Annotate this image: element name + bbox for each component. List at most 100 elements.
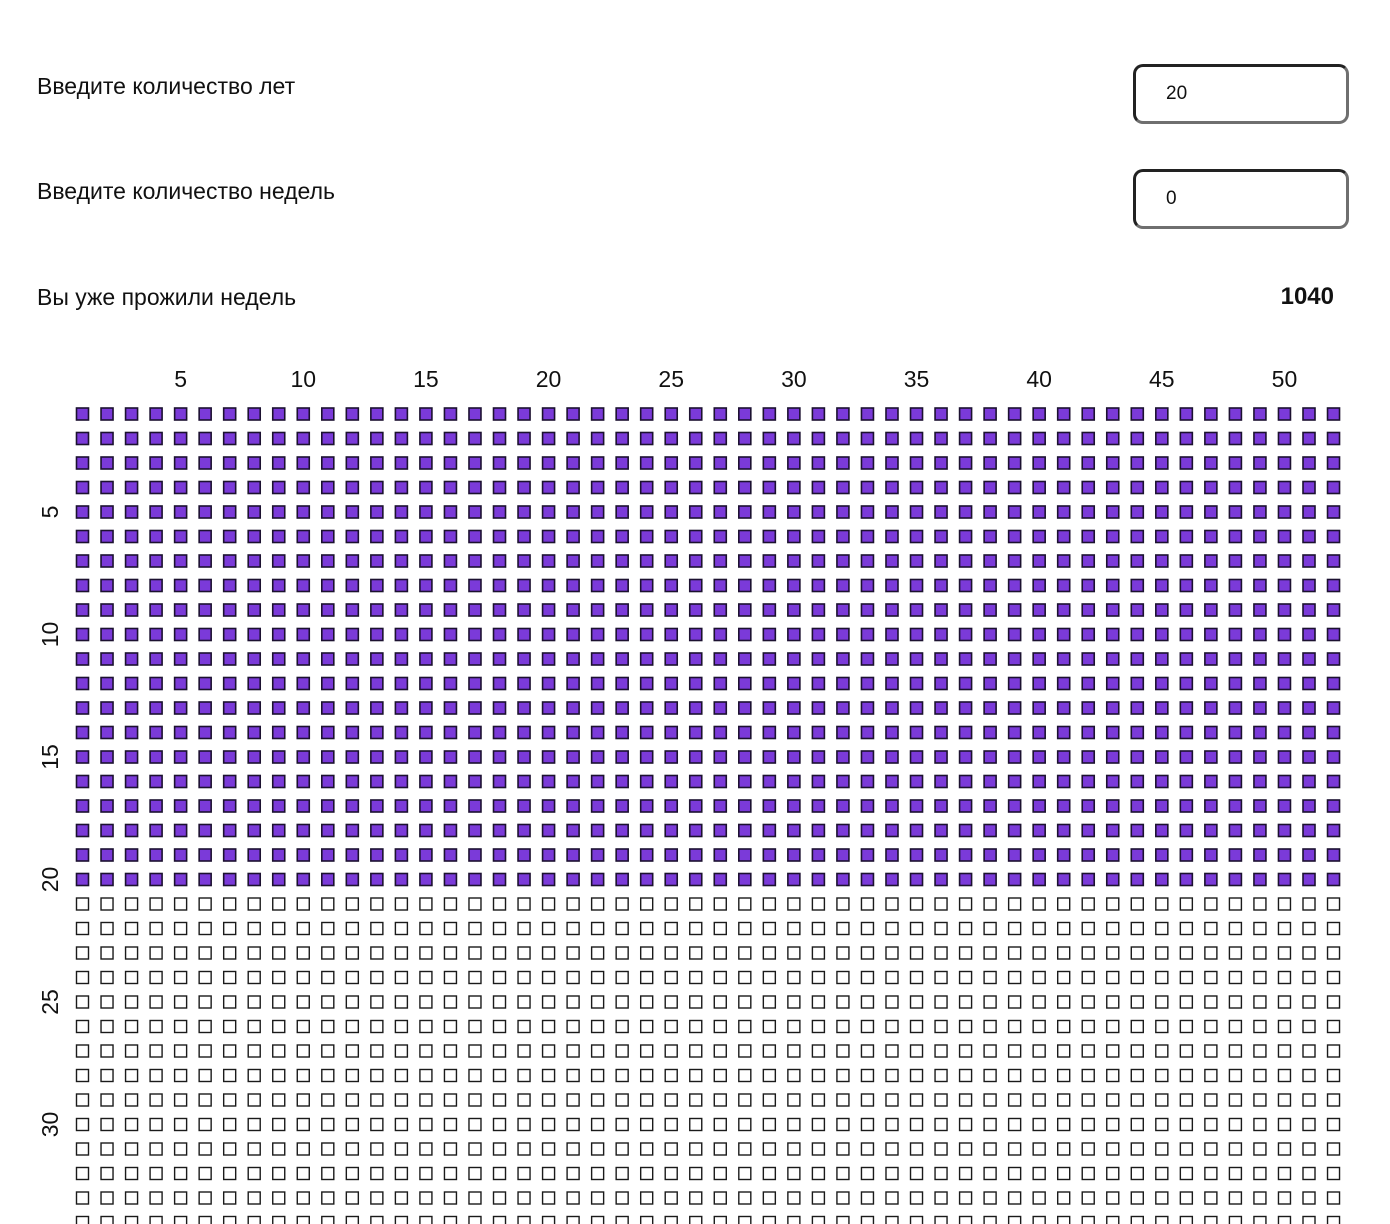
week-cell-lived: [100, 407, 114, 421]
week-cell-lived: [124, 750, 139, 764]
week-cell-lived: [1228, 505, 1243, 519]
week-cell-lived: [517, 480, 531, 495]
week-cell-lived: [1326, 603, 1341, 617]
week-cell-lived: [688, 823, 703, 838]
week-cell-future: [983, 970, 997, 985]
week-cell-future: [1130, 921, 1144, 936]
week-cell-lived: [1130, 799, 1145, 813]
row-label: 10: [37, 622, 63, 648]
week-cell-future: [909, 1166, 924, 1181]
week-cell-lived: [1179, 774, 1194, 789]
week-cell-lived: [124, 431, 139, 446]
week-cell-lived: [198, 848, 212, 862]
week-cell-lived: [345, 554, 360, 568]
week-cell-lived: [1105, 627, 1120, 642]
column-label: 50: [1272, 366, 1298, 392]
week-cell-future: [689, 1044, 703, 1058]
week-cell-future: [272, 1166, 286, 1181]
week-cell-future: [1155, 970, 1169, 985]
week-cell-future: [787, 970, 801, 985]
week-cell-future: [1081, 1142, 1095, 1156]
week-cell-future: [124, 946, 139, 960]
week-cell-future: [370, 1068, 384, 1083]
week-cell-lived: [1326, 554, 1341, 568]
week-cell-future: [639, 1166, 654, 1181]
week-cell-lived: [836, 456, 850, 470]
week-cell-lived: [345, 848, 360, 862]
week-cell-lived: [541, 774, 556, 789]
week-cell-future: [1130, 1068, 1144, 1083]
week-cell-lived: [1081, 456, 1096, 470]
week-cell-lived: [320, 725, 335, 740]
week-cell-lived: [320, 872, 335, 887]
week-cell-lived: [983, 676, 997, 691]
week-cell-lived: [149, 578, 163, 593]
week-cell-lived: [345, 652, 360, 666]
week-cell-future: [934, 1215, 948, 1224]
week-cell-lived: [198, 627, 212, 642]
week-cell-lived: [296, 578, 311, 593]
week-cell-lived: [75, 603, 90, 617]
week-cell-lived: [1277, 431, 1292, 446]
week-cell-lived: [639, 676, 654, 691]
week-cell-lived: [1155, 627, 1169, 642]
column-label: 15: [413, 366, 439, 392]
week-cell-lived: [1032, 701, 1046, 715]
week-cell-future: [713, 970, 727, 985]
week-cell-lived: [1007, 456, 1022, 470]
week-cell-lived: [100, 505, 114, 519]
week-cell-future: [468, 995, 482, 1009]
week-cell-future: [1326, 1215, 1341, 1224]
week-cell-future: [75, 1019, 90, 1034]
week-cell-future: [345, 1142, 360, 1156]
column-label: 45: [1149, 366, 1175, 392]
week-cell-future: [222, 1191, 237, 1205]
week-cell-lived: [1277, 456, 1292, 470]
week-cell-lived: [811, 431, 826, 446]
week-cell-lived: [75, 676, 90, 691]
week-cell-lived: [1056, 505, 1071, 519]
week-cell-lived: [1326, 652, 1341, 666]
week-cell-future: [321, 1142, 335, 1156]
week-cell-lived: [1007, 407, 1022, 421]
week-cell-future: [149, 995, 163, 1009]
week-cell-future: [296, 1117, 310, 1132]
week-cell-future: [1302, 995, 1316, 1009]
week-cell-future: [811, 1068, 826, 1083]
week-cell-lived: [811, 750, 826, 764]
week-cell-lived: [443, 676, 458, 691]
week-cell-lived: [1204, 505, 1218, 519]
week-cell-future: [1204, 897, 1218, 911]
week-cell-future: [1130, 1142, 1144, 1156]
week-cell-lived: [1179, 407, 1194, 421]
week-cell-lived: [271, 676, 286, 691]
week-cell-lived: [271, 774, 286, 789]
week-cell-lived: [370, 456, 384, 470]
week-cell-future: [1326, 1093, 1341, 1107]
week-cell-lived: [1081, 554, 1096, 568]
week-cell-lived: [738, 725, 752, 740]
week-cell-lived: [566, 578, 580, 593]
week-cell-lived: [419, 505, 433, 519]
week-cell-lived: [75, 701, 90, 715]
week-cell-future: [1253, 946, 1267, 960]
week-cell-lived: [909, 554, 924, 568]
week-cell-lived: [1081, 774, 1096, 789]
week-cell-lived: [713, 750, 728, 764]
week-cell-lived: [1253, 407, 1267, 421]
week-cell-future: [1032, 995, 1046, 1009]
week-cell-lived: [811, 407, 826, 421]
week-cell-lived: [1302, 431, 1316, 446]
week-cell-lived: [590, 872, 605, 887]
week-cell-lived: [762, 505, 777, 519]
week-cell-lived: [590, 848, 605, 862]
week-cell-future: [272, 1142, 286, 1156]
week-cell-lived: [983, 529, 997, 544]
week-cell-lived: [345, 725, 360, 740]
week-cell-lived: [1302, 505, 1316, 519]
week-cell-future: [541, 1093, 556, 1107]
week-cell-future: [664, 1191, 678, 1205]
week-cell-future: [1277, 1093, 1292, 1107]
week-cell-lived: [271, 480, 286, 495]
week-cell-future: [173, 1166, 188, 1181]
